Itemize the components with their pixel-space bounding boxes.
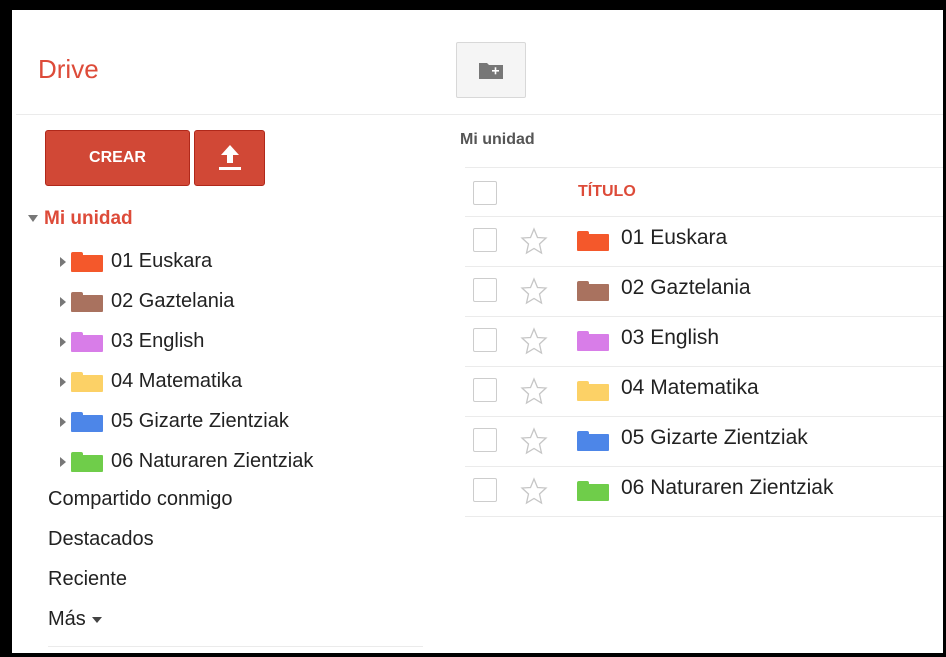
folder-icon [577, 281, 609, 301]
star-icon[interactable] [520, 327, 548, 355]
caret-down-icon[interactable] [28, 215, 38, 223]
nav-my-drive[interactable]: Mi unidad [28, 208, 133, 230]
nav-starred[interactable]: Destacados [48, 528, 154, 551]
sidebar-folder-item[interactable]: 03 English [60, 330, 204, 356]
file-list-row[interactable]: 01 Euskara [465, 216, 943, 266]
folder-icon [71, 371, 103, 392]
row-divider [465, 516, 943, 517]
expand-arrow-icon[interactable] [60, 336, 66, 347]
sidebar-folder-item[interactable]: 04 Matematika [60, 370, 242, 396]
star-icon[interactable] [520, 227, 548, 255]
file-list-row[interactable]: 03 English [465, 316, 943, 366]
screenshot-frame-top [0, 0, 946, 10]
file-title[interactable]: 05 Gizarte Zientziak [621, 426, 808, 450]
new-folder-button[interactable] [456, 42, 526, 98]
folder-icon [577, 381, 609, 401]
column-header-title[interactable]: TÍTULO [578, 183, 636, 201]
upload-icon [219, 145, 241, 170]
header-divider [16, 114, 943, 115]
sidebar-folder-label: 04 Matematika [111, 370, 243, 393]
folder-plus-icon [479, 63, 503, 79]
file-title[interactable]: 06 Naturaren Zientziak [621, 476, 833, 500]
row-checkbox[interactable] [473, 278, 497, 302]
row-checkbox[interactable] [473, 378, 497, 402]
screenshot-frame-left [0, 0, 12, 657]
chevron-down-icon [91, 616, 102, 623]
nav-more-label: Más [48, 608, 86, 630]
folder-icon [71, 251, 103, 272]
folder-icon [577, 431, 609, 451]
star-icon[interactable] [520, 277, 548, 305]
folder-icon [71, 291, 103, 312]
sidebar-folder-label: 02 Gaztelania [111, 290, 235, 313]
upload-button[interactable] [194, 130, 265, 186]
folder-icon [71, 411, 103, 432]
row-checkbox[interactable] [473, 328, 497, 352]
expand-arrow-icon[interactable] [60, 256, 66, 267]
sidebar-divider [48, 646, 423, 647]
file-title[interactable]: 03 English [621, 326, 719, 350]
folder-icon [71, 451, 103, 472]
sidebar-folder-item[interactable]: 06 Naturaren Zientziak [60, 450, 313, 476]
expand-arrow-icon[interactable] [60, 456, 66, 467]
row-checkbox[interactable] [473, 228, 497, 252]
select-all-checkbox[interactable] [473, 181, 497, 205]
nav-my-drive-label: Mi unidad [44, 208, 133, 229]
sidebar-folder-item[interactable]: 01 Euskara [60, 250, 212, 276]
sidebar-folder-label: 05 Gizarte Zientziak [111, 410, 289, 433]
star-icon[interactable] [520, 427, 548, 455]
file-list-row[interactable]: 05 Gizarte Zientziak [465, 416, 943, 466]
nav-shared-with-me[interactable]: Compartido conmigo [48, 488, 233, 511]
sidebar-folder-item[interactable]: 02 Gaztelania [60, 290, 234, 316]
file-title[interactable]: 04 Matematika [621, 376, 759, 400]
sidebar-folder-label: 01 Euskara [111, 250, 213, 273]
expand-arrow-icon[interactable] [60, 376, 66, 387]
nav-recent[interactable]: Reciente [48, 568, 127, 591]
star-icon[interactable] [520, 377, 548, 405]
folder-icon [577, 231, 609, 251]
breadcrumb[interactable]: Mi unidad [460, 131, 535, 149]
app-logo[interactable]: Drive [38, 54, 99, 85]
expand-arrow-icon[interactable] [60, 296, 66, 307]
screenshot-frame-inner [12, 10, 16, 653]
sidebar-folder-label: 06 Naturaren Zientziak [111, 450, 314, 473]
list-header-top-divider [465, 167, 943, 168]
sidebar-folder-label: 03 English [111, 330, 205, 353]
folder-icon [71, 331, 103, 352]
row-checkbox[interactable] [473, 428, 497, 452]
file-list-row[interactable]: 04 Matematika [465, 366, 943, 416]
create-button[interactable]: CREAR [45, 130, 190, 186]
file-title[interactable]: 02 Gaztelania [621, 276, 751, 300]
file-list-row[interactable]: 06 Naturaren Zientziak [465, 466, 943, 516]
folder-icon [577, 331, 609, 351]
file-list-row[interactable]: 02 Gaztelania [465, 266, 943, 316]
expand-arrow-icon[interactable] [60, 416, 66, 427]
row-checkbox[interactable] [473, 478, 497, 502]
sidebar-folder-item[interactable]: 05 Gizarte Zientziak [60, 410, 289, 436]
nav-more[interactable]: Más [48, 608, 102, 631]
folder-icon [577, 481, 609, 501]
star-icon[interactable] [520, 477, 548, 505]
file-title[interactable]: 01 Euskara [621, 226, 727, 250]
screenshot-frame-bottom [0, 653, 946, 657]
